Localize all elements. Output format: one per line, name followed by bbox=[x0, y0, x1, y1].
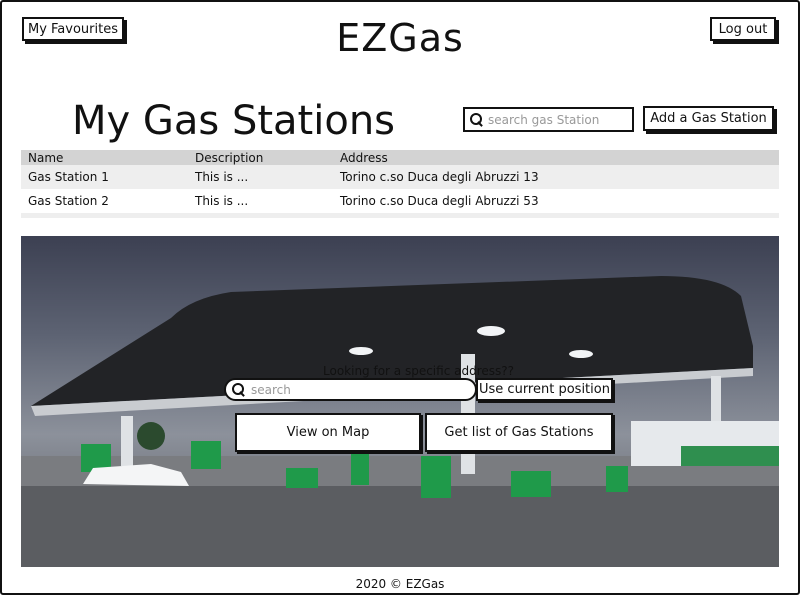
cell-description: This is ... bbox=[195, 194, 249, 208]
search-icon bbox=[232, 382, 246, 397]
table-header: Name Description Address bbox=[21, 150, 779, 165]
column-header-description: Description bbox=[195, 150, 264, 165]
cell-description: This is ... bbox=[195, 170, 249, 184]
search-icon bbox=[470, 112, 484, 127]
fuel-pump bbox=[351, 451, 369, 485]
table-row[interactable]: Gas Station 1 This is ... Torino c.so Du… bbox=[21, 165, 779, 189]
table-footer-strip bbox=[21, 213, 779, 218]
get-list-button[interactable]: Get list of Gas Stations bbox=[425, 413, 613, 452]
address-search-label: Looking for a specific address?? bbox=[323, 364, 514, 378]
canopy-light bbox=[477, 326, 505, 336]
cell-name: Gas Station 1 bbox=[28, 170, 109, 184]
canopy-light bbox=[569, 350, 593, 358]
brand-title: EZGas bbox=[336, 16, 464, 60]
gas-stations-table: Name Description Address Gas Station 1 T… bbox=[21, 150, 779, 218]
fuel-pump bbox=[286, 468, 318, 488]
logout-button[interactable]: Log out bbox=[710, 17, 776, 41]
shop-window bbox=[681, 446, 779, 466]
station-search-input[interactable] bbox=[488, 112, 628, 127]
road bbox=[21, 486, 779, 567]
fuel-pump bbox=[421, 456, 451, 498]
fuel-pump bbox=[606, 466, 628, 492]
cell-address: Torino c.so Duca degli Abruzzi 53 bbox=[340, 194, 539, 208]
fuel-pump bbox=[511, 471, 551, 497]
column-header-name: Name bbox=[28, 150, 64, 165]
cell-address: Torino c.so Duca degli Abruzzi 13 bbox=[340, 170, 539, 184]
my-favourites-button[interactable]: My Favourites bbox=[22, 17, 124, 41]
address-search-input[interactable] bbox=[251, 382, 471, 397]
gas-station-hero-image bbox=[21, 236, 779, 567]
hero-illustration bbox=[21, 276, 779, 567]
add-gas-station-button[interactable]: Add a Gas Station bbox=[643, 106, 774, 131]
column-header-address: Address bbox=[340, 150, 388, 165]
use-current-position-button[interactable]: Use current position bbox=[476, 378, 613, 401]
tree bbox=[137, 422, 165, 450]
pillar bbox=[121, 416, 133, 466]
canopy-light bbox=[349, 347, 373, 355]
cell-name: Gas Station 2 bbox=[28, 194, 109, 208]
view-on-map-button[interactable]: View on Map bbox=[235, 413, 421, 452]
station-search-box[interactable] bbox=[463, 107, 634, 132]
page-title: My Gas Stations bbox=[72, 98, 396, 144]
fuel-pump bbox=[191, 441, 221, 469]
table-row[interactable]: Gas Station 2 This is ... Torino c.so Du… bbox=[21, 189, 779, 213]
footer-text: 2020 © EZGas bbox=[355, 577, 445, 591]
address-search-box[interactable] bbox=[224, 378, 477, 401]
